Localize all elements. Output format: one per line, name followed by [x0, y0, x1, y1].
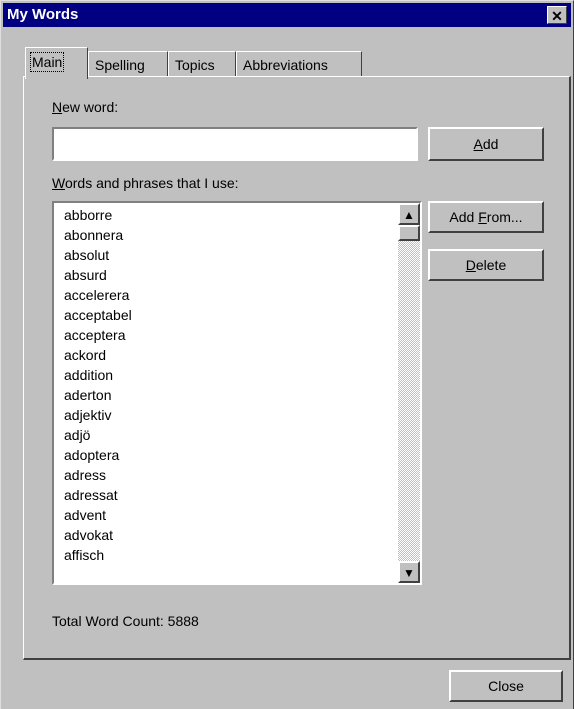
list-item[interactable]: absolut	[64, 245, 132, 265]
tab-main-label: Main	[29, 52, 65, 72]
list-item[interactable]: abborre	[64, 205, 132, 225]
list-item[interactable]: aderton	[64, 385, 132, 405]
list-item[interactable]: affisch	[64, 545, 132, 565]
new-word-input[interactable]	[52, 127, 418, 161]
new-word-label: New word:	[52, 99, 119, 115]
word-list-items: abborre abonnera absolut absurd accelere…	[64, 205, 132, 565]
list-item[interactable]: acceptera	[64, 325, 132, 345]
close-button[interactable]: Close	[449, 670, 563, 702]
word-list[interactable]: abborre abonnera absolut absurd accelere…	[52, 201, 422, 585]
total-word-count: Total Word Count: 5888	[52, 613, 199, 629]
close-window-button[interactable]: ✕	[547, 6, 567, 24]
list-item[interactable]: advent	[64, 505, 132, 525]
window-title: My Words	[7, 6, 79, 23]
word-list-label: Words and phrases that I use:	[52, 175, 239, 191]
tab-spelling[interactable]: Spelling	[88, 51, 168, 77]
word-list-scrollbar[interactable]: ▲ ▼	[398, 203, 420, 583]
scroll-up-icon: ▲	[403, 208, 415, 222]
scroll-down-button[interactable]: ▼	[398, 561, 420, 583]
scroll-up-button[interactable]: ▲	[398, 203, 420, 225]
list-item[interactable]: advokat	[64, 525, 132, 545]
list-item[interactable]: adressat	[64, 485, 132, 505]
my-words-dialog: My Words ✕ Main Spelling Topics Abbrevia…	[0, 0, 574, 709]
scroll-thumb[interactable]	[398, 225, 420, 241]
tab-topics-label: Topics	[175, 57, 215, 73]
tab-topics[interactable]: Topics	[168, 51, 236, 77]
tab-abbreviations[interactable]: Abbreviations	[236, 51, 362, 77]
tab-main[interactable]: Main	[25, 47, 88, 79]
list-item[interactable]: accelerera	[64, 285, 132, 305]
title-bar: My Words ✕	[3, 3, 571, 27]
list-item[interactable]: addition	[64, 365, 132, 385]
list-item[interactable]: adjö	[64, 425, 132, 445]
list-item[interactable]: adoptera	[64, 445, 132, 465]
scroll-down-icon: ▼	[403, 566, 415, 580]
list-item[interactable]: adress	[64, 465, 132, 485]
main-tab-panel: New word: Add Words and phrases that I u…	[23, 76, 571, 660]
list-item[interactable]: ackord	[64, 345, 132, 365]
add-from-button[interactable]: Add From...	[428, 201, 544, 233]
list-item[interactable]: abonnera	[64, 225, 132, 245]
delete-button[interactable]: Delete	[428, 249, 544, 281]
add-button[interactable]: Add	[428, 127, 544, 161]
list-item[interactable]: acceptabel	[64, 305, 132, 325]
list-item[interactable]: adjektiv	[64, 405, 132, 425]
close-icon: ✕	[551, 8, 563, 24]
tab-spelling-label: Spelling	[95, 57, 145, 73]
tab-abbreviations-label: Abbreviations	[243, 57, 328, 73]
list-item[interactable]: absurd	[64, 265, 132, 285]
